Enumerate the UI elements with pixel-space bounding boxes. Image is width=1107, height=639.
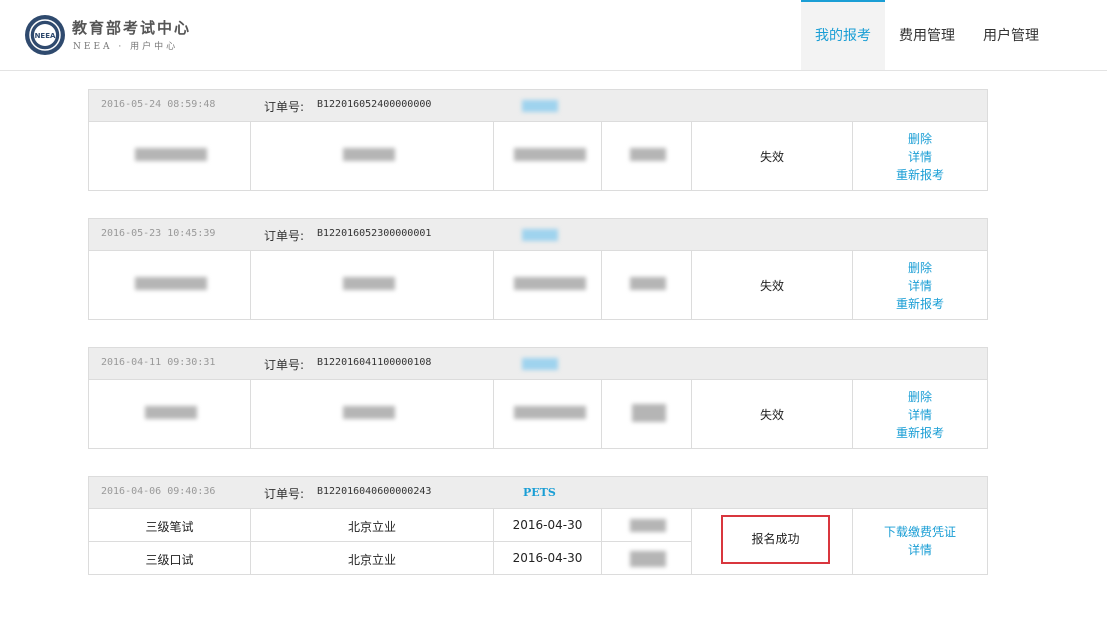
fee-cell (602, 122, 692, 190)
order-number: B122016052300000001 (317, 228, 432, 239)
redacted-text (630, 277, 666, 290)
order-header: 2016-04-06 09:40:36 订单号: B12201604060000… (89, 477, 987, 509)
nav-my-registrations[interactable]: 我的报考 (801, 0, 885, 70)
order-header: 2016-05-24 08:59:48 订单号: B12201605240000… (89, 90, 987, 122)
date-cell: 2016-04-30 (494, 542, 602, 575)
brand-title: 教育部考试中心 (72, 19, 192, 37)
redacted-text (514, 148, 586, 161)
nav-fee-management[interactable]: 费用管理 (885, 0, 969, 70)
redacted-text (514, 406, 586, 419)
order-time: 2016-04-11 09:30:31 (101, 357, 216, 368)
order-time: 2016-05-24 08:59:48 (101, 99, 216, 110)
order-card: 2016-04-06 09:40:36 订单号: B12201604060000… (88, 476, 988, 575)
location-cell (251, 122, 494, 190)
download-receipt-link[interactable]: 下载缴费凭证 (853, 523, 987, 541)
subject-cell: 三级口试 (89, 542, 251, 575)
order-card: 2016-05-23 10:45:39 订单号: B12201605230000… (88, 218, 988, 320)
details-link[interactable]: 详情 (853, 541, 987, 559)
redacted-text (630, 148, 666, 161)
redacted-text (514, 277, 586, 290)
date-cell (494, 122, 602, 190)
redacted-exam-tag (522, 358, 558, 370)
redacted-text (632, 404, 666, 422)
redacted-exam-tag (522, 100, 558, 112)
details-link[interactable]: 详情 (853, 277, 987, 295)
actions-cell: 下载缴费凭证 详情 (853, 509, 987, 574)
redacted-text (343, 148, 395, 161)
order-header: 2016-05-23 10:45:39 订单号: B12201605230000… (89, 219, 987, 251)
fee-cell (602, 251, 692, 319)
order-number-label: 订单号: (264, 100, 305, 114)
details-link[interactable]: 详情 (853, 148, 987, 166)
delete-link[interactable]: 删除 (853, 388, 987, 406)
exam-name: PETS (523, 486, 556, 499)
order-number-label: 订单号: (264, 358, 305, 372)
date-cell (494, 251, 602, 319)
details-link[interactable]: 详情 (853, 406, 987, 424)
redacted-text (630, 519, 666, 532)
redacted-text (630, 551, 666, 567)
delete-link[interactable]: 删除 (853, 130, 987, 148)
reapply-link[interactable]: 重新报考 (853, 166, 987, 184)
redacted-exam-tag (522, 229, 558, 241)
logo-text: NEEA (35, 32, 56, 40)
order-number-label: 订单号: (264, 229, 305, 243)
location-cell: 北京立业 (251, 542, 494, 575)
status-cell: 失效 (692, 380, 853, 448)
subject-cell (89, 380, 251, 448)
fee-cell (602, 542, 692, 575)
subject-text: 三级口试 (145, 553, 194, 567)
subject-cell: 三级笔试 (89, 509, 251, 541)
status-cell: 报名成功 (692, 509, 853, 574)
order-number: B122016041100000108 (317, 357, 432, 368)
table-row: 三级笔试 北京立业 2016-04-30 (89, 509, 692, 542)
subject-text: 三级笔试 (145, 520, 194, 534)
brand-subtitle: NEEA · 用户中心 (73, 42, 179, 52)
fee-cell (602, 509, 692, 541)
location-text: 北京立业 (347, 553, 396, 567)
redacted-text (343, 277, 395, 290)
status-cell: 失效 (692, 122, 853, 190)
order-card: 2016-04-11 09:30:31 订单号: B12201604110000… (88, 347, 988, 449)
reapply-link[interactable]: 重新报考 (853, 424, 987, 442)
fee-cell (602, 380, 692, 448)
status-cell: 失效 (692, 251, 853, 319)
order-header: 2016-04-11 09:30:31 订单号: B12201604110000… (89, 348, 987, 380)
order-number: B122016040600000243 (317, 486, 432, 497)
redacted-text (145, 406, 197, 419)
order-card: 2016-05-24 08:59:48 订单号: B12201605240000… (88, 89, 988, 191)
neea-logo-icon[interactable]: NEEA (24, 14, 66, 56)
order-time: 2016-05-23 10:45:39 (101, 228, 216, 239)
location-cell (251, 251, 494, 319)
date-text: 2016-04-30 (512, 551, 583, 565)
reapply-link[interactable]: 重新报考 (853, 295, 987, 313)
redacted-text (135, 148, 207, 161)
order-number: B122016052400000000 (317, 99, 432, 110)
order-time: 2016-04-06 09:40:36 (101, 486, 216, 497)
date-text: 2016-04-30 (512, 518, 583, 532)
delete-link[interactable]: 删除 (853, 259, 987, 277)
date-cell: 2016-04-30 (494, 509, 602, 541)
location-text: 北京立业 (347, 520, 396, 534)
subject-cell (89, 122, 251, 190)
redacted-text (343, 406, 395, 419)
subject-cell (89, 251, 251, 319)
status-success-highlight: 报名成功 (721, 515, 830, 564)
order-number-label: 订单号: (264, 487, 305, 501)
order-status: 失效 (759, 408, 784, 422)
actions-cell: 删除 详情 重新报考 (853, 122, 987, 190)
top-header: NEEA 教育部考试中心 NEEA · 用户中心 我的报考 费用管理 用户管理 (0, 0, 1107, 71)
main-nav: 我的报考 费用管理 用户管理 (801, 0, 1053, 70)
actions-cell: 删除 详情 重新报考 (853, 380, 987, 448)
order-status: 失效 (759, 279, 784, 293)
nav-user-management[interactable]: 用户管理 (969, 0, 1053, 70)
redacted-text (135, 277, 207, 290)
location-cell: 北京立业 (251, 509, 494, 541)
location-cell (251, 380, 494, 448)
actions-cell: 删除 详情 重新报考 (853, 251, 987, 319)
table-row: 三级口试 北京立业 2016-04-30 (89, 542, 692, 575)
date-cell (494, 380, 602, 448)
order-status: 失效 (759, 150, 784, 164)
